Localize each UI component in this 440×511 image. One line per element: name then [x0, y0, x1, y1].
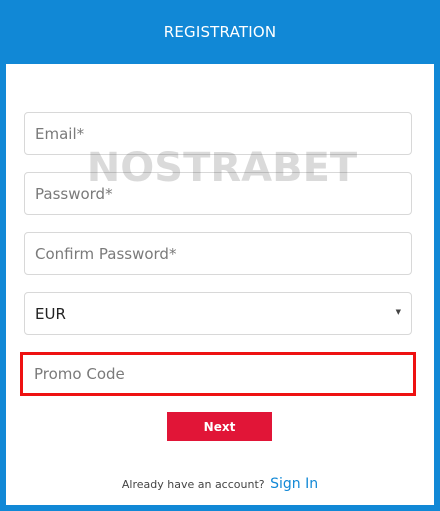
password-field[interactable]	[24, 172, 412, 215]
signin-prompt: Already have an account?	[121, 478, 265, 491]
next-button[interactable]: Next	[167, 412, 272, 441]
signin-link[interactable]: Sign In	[270, 476, 318, 492]
confirm-password-input[interactable]	[25, 233, 411, 274]
promo-code-input[interactable]	[23, 355, 413, 393]
page-title: REGISTRATION	[163, 23, 277, 41]
confirm-password-field[interactable]	[24, 232, 412, 275]
signin-row: Already have an account? Sign In	[6, 476, 434, 492]
registration-card: EUR ▼ Next Already have an account? Sign…	[6, 64, 434, 505]
password-input[interactable]	[25, 173, 411, 214]
email-field[interactable]	[24, 112, 412, 155]
currency-selected-value: EUR	[35, 304, 66, 323]
currency-select[interactable]: EUR ▼	[24, 292, 412, 335]
registration-frame: REGISTRATION EUR ▼ Next Already have an …	[0, 0, 440, 511]
promo-code-field[interactable]	[20, 352, 416, 396]
chevron-down-icon: ▼	[395, 308, 401, 316]
email-input[interactable]	[25, 113, 411, 154]
